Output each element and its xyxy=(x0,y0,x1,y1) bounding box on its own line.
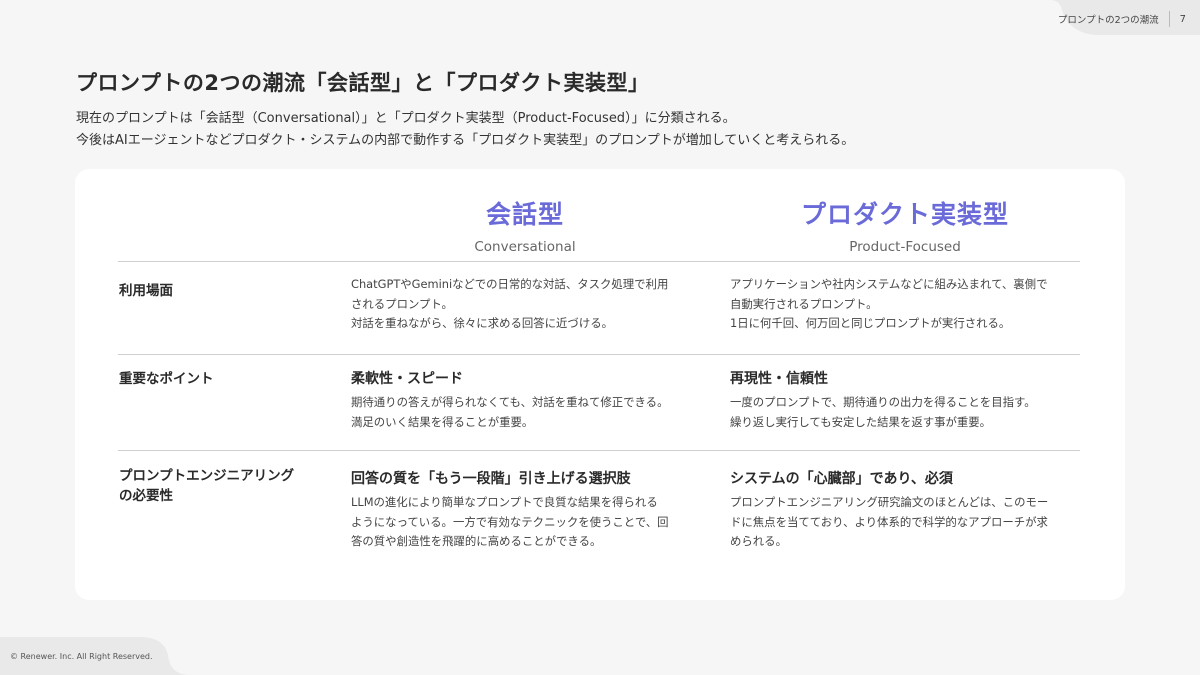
cell-body: アプリケーションや社内システムなどに組み込まれて、裏側で 自動実行されるプロンプ… xyxy=(730,277,1048,330)
row-divider xyxy=(118,261,1080,262)
cell-heading: 柔軟性・スピード xyxy=(351,371,463,387)
column-title: プロダクト実装型 xyxy=(800,200,1009,229)
intro-text: 現在のプロンプトは「会話型（Conversational）」と「プロダクト実装型… xyxy=(76,108,854,152)
column-title: 会話型 xyxy=(485,200,564,229)
row-divider xyxy=(118,354,1080,355)
slide: プロンプトの2つの潮流 7 プロンプトの2つの潮流「会話型」と「プロダクト実装型… xyxy=(0,0,1200,675)
column-header-product: プロダクト実装型 Product-Focused xyxy=(725,195,1085,255)
cell-heading: 再現性・信頼性 xyxy=(730,371,828,387)
cell-heading: 回答の質を「もう一段階」引き上げる選択肢 xyxy=(351,471,631,487)
intro-line-1: 現在のプロンプトは「会話型（Conversational）」と「プロダクト実装型… xyxy=(76,111,736,126)
cell-points-product: 再現性・信頼性 一度のプロンプトで、期待通りの出力を得ることを目指す。 繰り返し… xyxy=(730,369,1090,432)
page-header: プロンプトの2つの潮流 7 xyxy=(1058,10,1186,28)
cell-points-conversational: 柔軟性・スピード 期待通りの答えが得られなくても、対話を重ねて修正できる。 満足… xyxy=(351,369,711,432)
cell-body: プロンプトエンジニアリング研究論文のほとんどは、このモー ドに焦点を当てており、… xyxy=(730,495,1049,548)
comparison-card: 会話型 Conversational プロダクト実装型 Product-Focu… xyxy=(75,169,1125,600)
column-header-conversational: 会話型 Conversational xyxy=(345,195,705,255)
cell-body: ChatGPTやGeminiなどでの日常的な対話、タスク処理で利用 されるプロン… xyxy=(351,277,669,330)
cell-usage-conversational: ChatGPTやGeminiなどでの日常的な対話、タスク処理で利用 されるプロン… xyxy=(351,275,711,334)
cell-body: 期待通りの答えが得られなくても、対話を重ねて修正できる。 満足のいく結果を得るこ… xyxy=(351,395,669,429)
page-number: 7 xyxy=(1179,13,1186,25)
copyright-footer: © Renewer. Inc. All Right Reserved. xyxy=(10,652,153,661)
row-divider xyxy=(118,450,1080,451)
row-label-necessity: プロンプトエンジニアリング の必要性 xyxy=(119,466,294,506)
row-label-key-points: 重要なポイント xyxy=(119,371,214,387)
row-label-line: プロンプトエンジニアリング xyxy=(119,468,295,484)
row-label-line: の必要性 xyxy=(119,488,173,504)
cell-necessity-product: システムの「心臓部」であり、必須 プロンプトエンジニアリング研究論文のほとんどは… xyxy=(730,469,1090,552)
header-divider xyxy=(1168,11,1170,27)
cell-necessity-conversational: 回答の質を「もう一段階」引き上げる選択肢 LLMの進化により簡単なプロンプトで良… xyxy=(351,469,711,552)
column-subtitle: Conversational xyxy=(474,239,576,255)
row-label-usage: 利用場面 xyxy=(119,283,173,299)
column-subtitle: Product-Focused xyxy=(849,239,961,255)
section-title: プロンプトの2つの潮流 xyxy=(1057,15,1159,26)
cell-body: LLMの進化により簡単なプロンプトで良質な結果を得られる ようになっている。一方… xyxy=(351,495,669,548)
cell-body: 一度のプロンプトで、期待通りの出力を得ることを目指す。 繰り返し実行しても安定し… xyxy=(730,395,1036,429)
cell-heading: システムの「心臓部」であり、必須 xyxy=(730,471,953,487)
page-title: プロンプトの2つの潮流「会話型」と「プロダクト実装型」 xyxy=(76,71,650,95)
intro-line-2: 今後はAIエージェントなどプロダクト・システムの内部で動作する「プロダクト実装型… xyxy=(76,133,855,148)
cell-usage-product: アプリケーションや社内システムなどに組み込まれて、裏側で 自動実行されるプロンプ… xyxy=(730,275,1090,334)
